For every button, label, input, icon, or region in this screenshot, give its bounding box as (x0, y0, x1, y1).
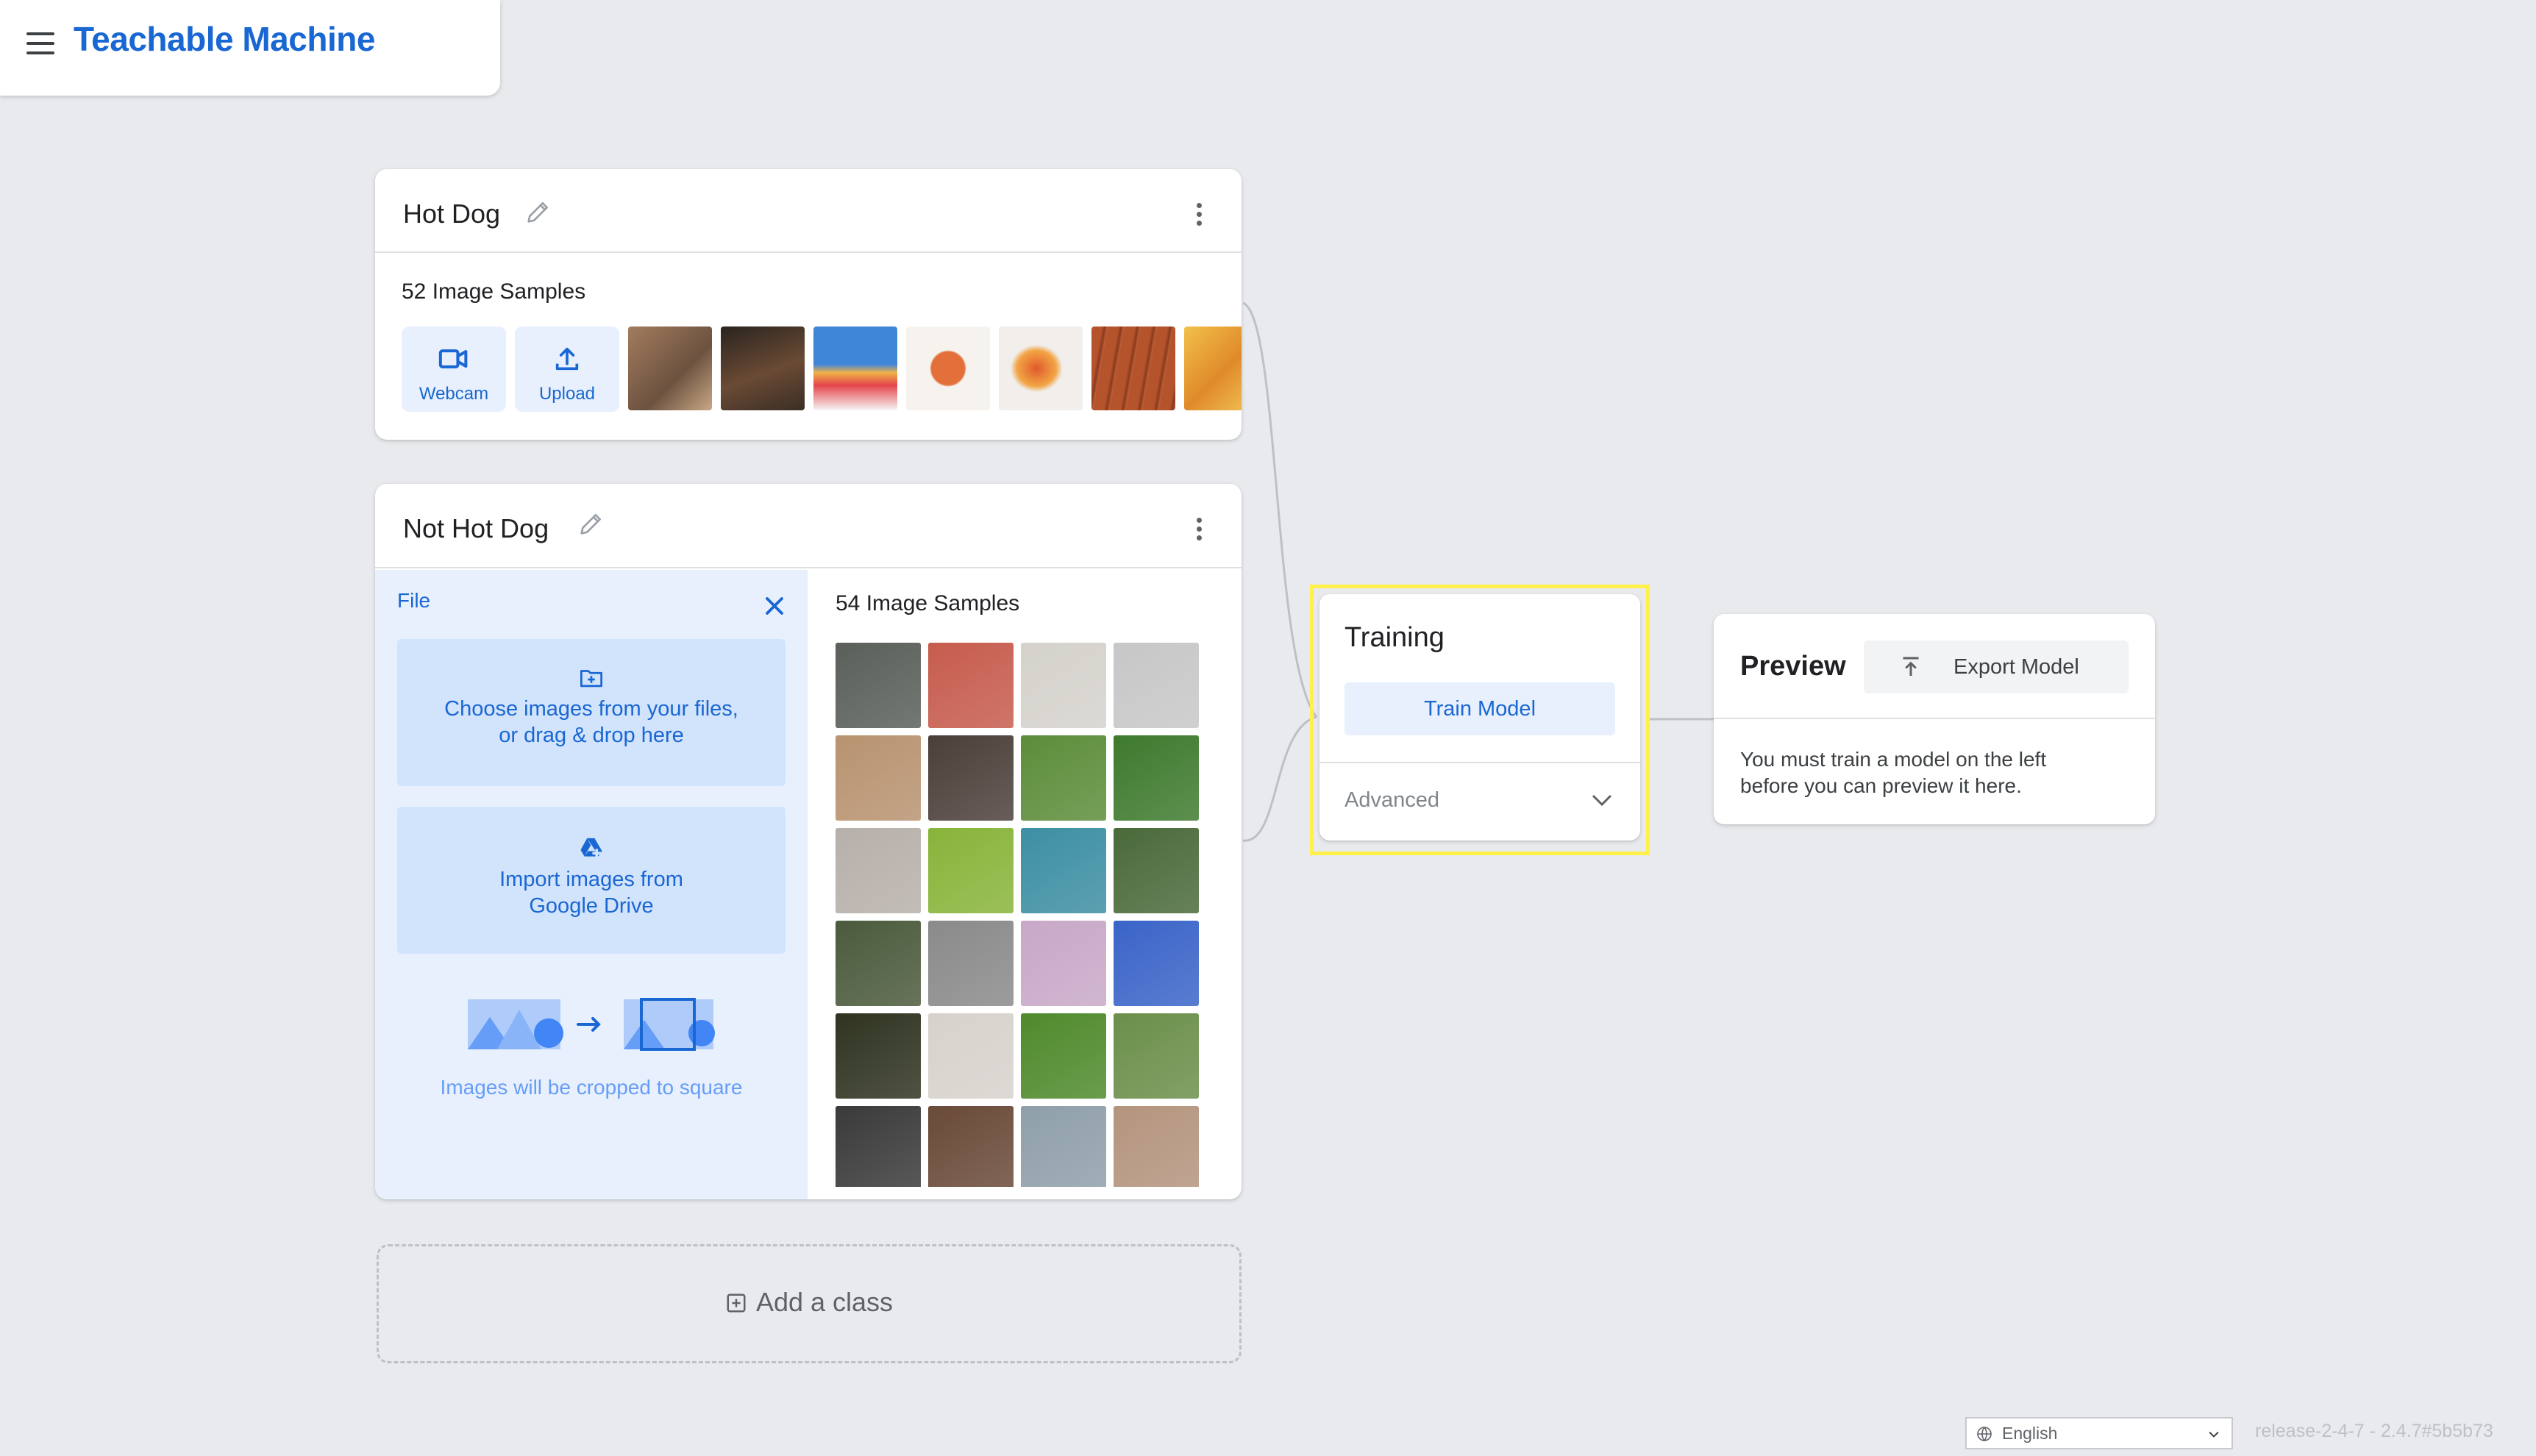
language-value: English (2002, 1424, 2058, 1443)
card-divider (375, 251, 1242, 253)
webcam-label: Webcam (418, 384, 489, 404)
not-hot-dog-sample-thumbnail[interactable] (928, 1013, 1014, 1099)
pencil-icon[interactable] (524, 197, 553, 226)
choose-files-dropzone[interactable]: Choose images from your files, or drag &… (397, 639, 786, 786)
webcam-button[interactable]: Webcam (402, 326, 506, 412)
hot-dog-sample-thumbnail[interactable] (906, 326, 990, 410)
preview-message: You must train a model on the left befor… (1740, 748, 2047, 797)
not-hot-dog-sample-thumbnail[interactable] (1114, 735, 1199, 821)
not-hot-dog-sample-thumbnail[interactable] (1021, 921, 1106, 1006)
crop-note: Images will be cropped to square (440, 1076, 743, 1099)
language-select[interactable]: English (1965, 1417, 2233, 1449)
samples-count: 52 Image Samples (402, 279, 586, 304)
preview-title: Preview (1740, 651, 1846, 682)
not-hot-dog-sample-thumbnail[interactable] (1114, 643, 1199, 728)
not-hot-dog-sample-thumbnail[interactable] (928, 1106, 1014, 1187)
not-hot-dog-sample-thumbnail[interactable] (1021, 828, 1106, 913)
training-card: Training Train Model Advanced (1319, 594, 1640, 841)
upload-icon (555, 347, 579, 371)
not-hot-dog-sample-thumbnail[interactable] (928, 735, 1014, 821)
menu-icon[interactable] (26, 32, 56, 56)
class-options-icon[interactable] (1194, 515, 1202, 544)
file-upload-panel: File Choose images from your files, or d… (375, 570, 808, 1199)
drive-text-line1: Import images from (499, 868, 683, 891)
file-label: File (397, 589, 431, 612)
chevron-down-icon (2209, 1431, 2219, 1438)
webcam-icon (438, 349, 468, 368)
card-divider (1714, 718, 2155, 719)
hot-dog-sample-thumbnail[interactable] (628, 326, 712, 410)
globe-icon (1977, 1427, 1992, 1442)
class-title[interactable]: Not Hot Dog (403, 513, 549, 544)
upload-button[interactable]: Upload (515, 326, 619, 412)
not-hot-dog-sample-thumbnail[interactable] (836, 1013, 921, 1099)
version-label: release-2-4-7 - 2.4.7#5b5b73 (2255, 1421, 2493, 1441)
advanced-toggle[interactable]: Advanced (1344, 788, 1439, 813)
close-icon[interactable] (763, 595, 786, 617)
class-options-icon[interactable] (1194, 200, 1202, 229)
not-hot-dog-sample-thumbnail[interactable] (836, 921, 921, 1006)
card-divider (375, 567, 1242, 568)
card-divider (1319, 762, 1640, 763)
class-card-hot-dog: Hot Dog 52 Image Samples Webcam Upload (375, 169, 1242, 440)
add-box-icon (727, 1293, 746, 1313)
crop-illustration (468, 998, 715, 1051)
not-hot-dog-sample-thumbnail[interactable] (836, 1106, 921, 1187)
not-hot-dog-sample-thumbnail[interactable] (1114, 1013, 1199, 1099)
not-hot-dog-sample-thumbnail[interactable] (1021, 1013, 1106, 1099)
app-header: Teachable Machine (0, 0, 500, 96)
hot-dog-sample-thumbnail[interactable] (1091, 326, 1175, 410)
class-title[interactable]: Hot Dog (403, 199, 500, 229)
not-hot-dog-sample-thumbnail[interactable] (1021, 1106, 1106, 1187)
export-icon (1903, 657, 1919, 676)
not-hot-dog-sample-thumbnail[interactable] (836, 643, 921, 728)
google-drive-icon (580, 838, 602, 858)
not-hot-dog-sample-thumbnail[interactable] (928, 828, 1014, 913)
chevron-down-icon[interactable] (1589, 787, 1615, 813)
choose-files-text-line1: Choose images from your files, (444, 697, 738, 721)
training-title: Training (1344, 622, 1445, 653)
not-hot-dog-sample-thumbnail[interactable] (1114, 1106, 1199, 1187)
folder-add-icon (580, 670, 602, 688)
google-drive-import-button[interactable]: Import images from Google Drive (397, 807, 786, 954)
add-class-button[interactable]: Add a class (377, 1244, 1242, 1363)
hot-dog-sample-thumbnail[interactable] (721, 326, 805, 410)
export-label: Export Model (1953, 655, 2079, 679)
not-hot-dog-sample-thumbnail[interactable] (1114, 828, 1199, 913)
hot-dog-sample-thumbnail[interactable] (1184, 326, 1242, 410)
not-hot-dog-sample-thumbnail[interactable] (1021, 643, 1106, 728)
not-hot-dog-sample-thumbnail[interactable] (928, 921, 1014, 1006)
hot-dog-sample-thumbnail[interactable] (999, 326, 1083, 410)
upload-label: Upload (538, 384, 596, 404)
not-hot-dog-sample-thumbnail[interactable] (1114, 921, 1199, 1006)
add-class-label: Add a class (755, 1287, 894, 1317)
samples-count: 54 Image Samples (836, 591, 1020, 615)
pencil-icon[interactable] (577, 509, 606, 538)
not-hot-dog-sample-thumbnail[interactable] (928, 643, 1014, 728)
drive-text-line2: Google Drive (529, 894, 654, 918)
hot-dog-sample-thumbnail[interactable] (813, 326, 897, 410)
export-model-button[interactable]: Export Model (1864, 640, 2129, 693)
not-hot-dog-sample-thumbnail[interactable] (836, 735, 921, 821)
app-title[interactable]: Teachable Machine (74, 19, 375, 59)
not-hot-dog-sample-thumbnail[interactable] (836, 828, 921, 913)
preview-card: Preview Export Model You must train a mo… (1714, 614, 2155, 824)
choose-files-text-line2: or drag & drop here (499, 724, 684, 747)
sample-grid (836, 643, 1212, 1187)
not-hot-dog-sample-thumbnail[interactable] (1021, 735, 1106, 821)
train-model-button[interactable]: Train Model (1344, 682, 1615, 735)
